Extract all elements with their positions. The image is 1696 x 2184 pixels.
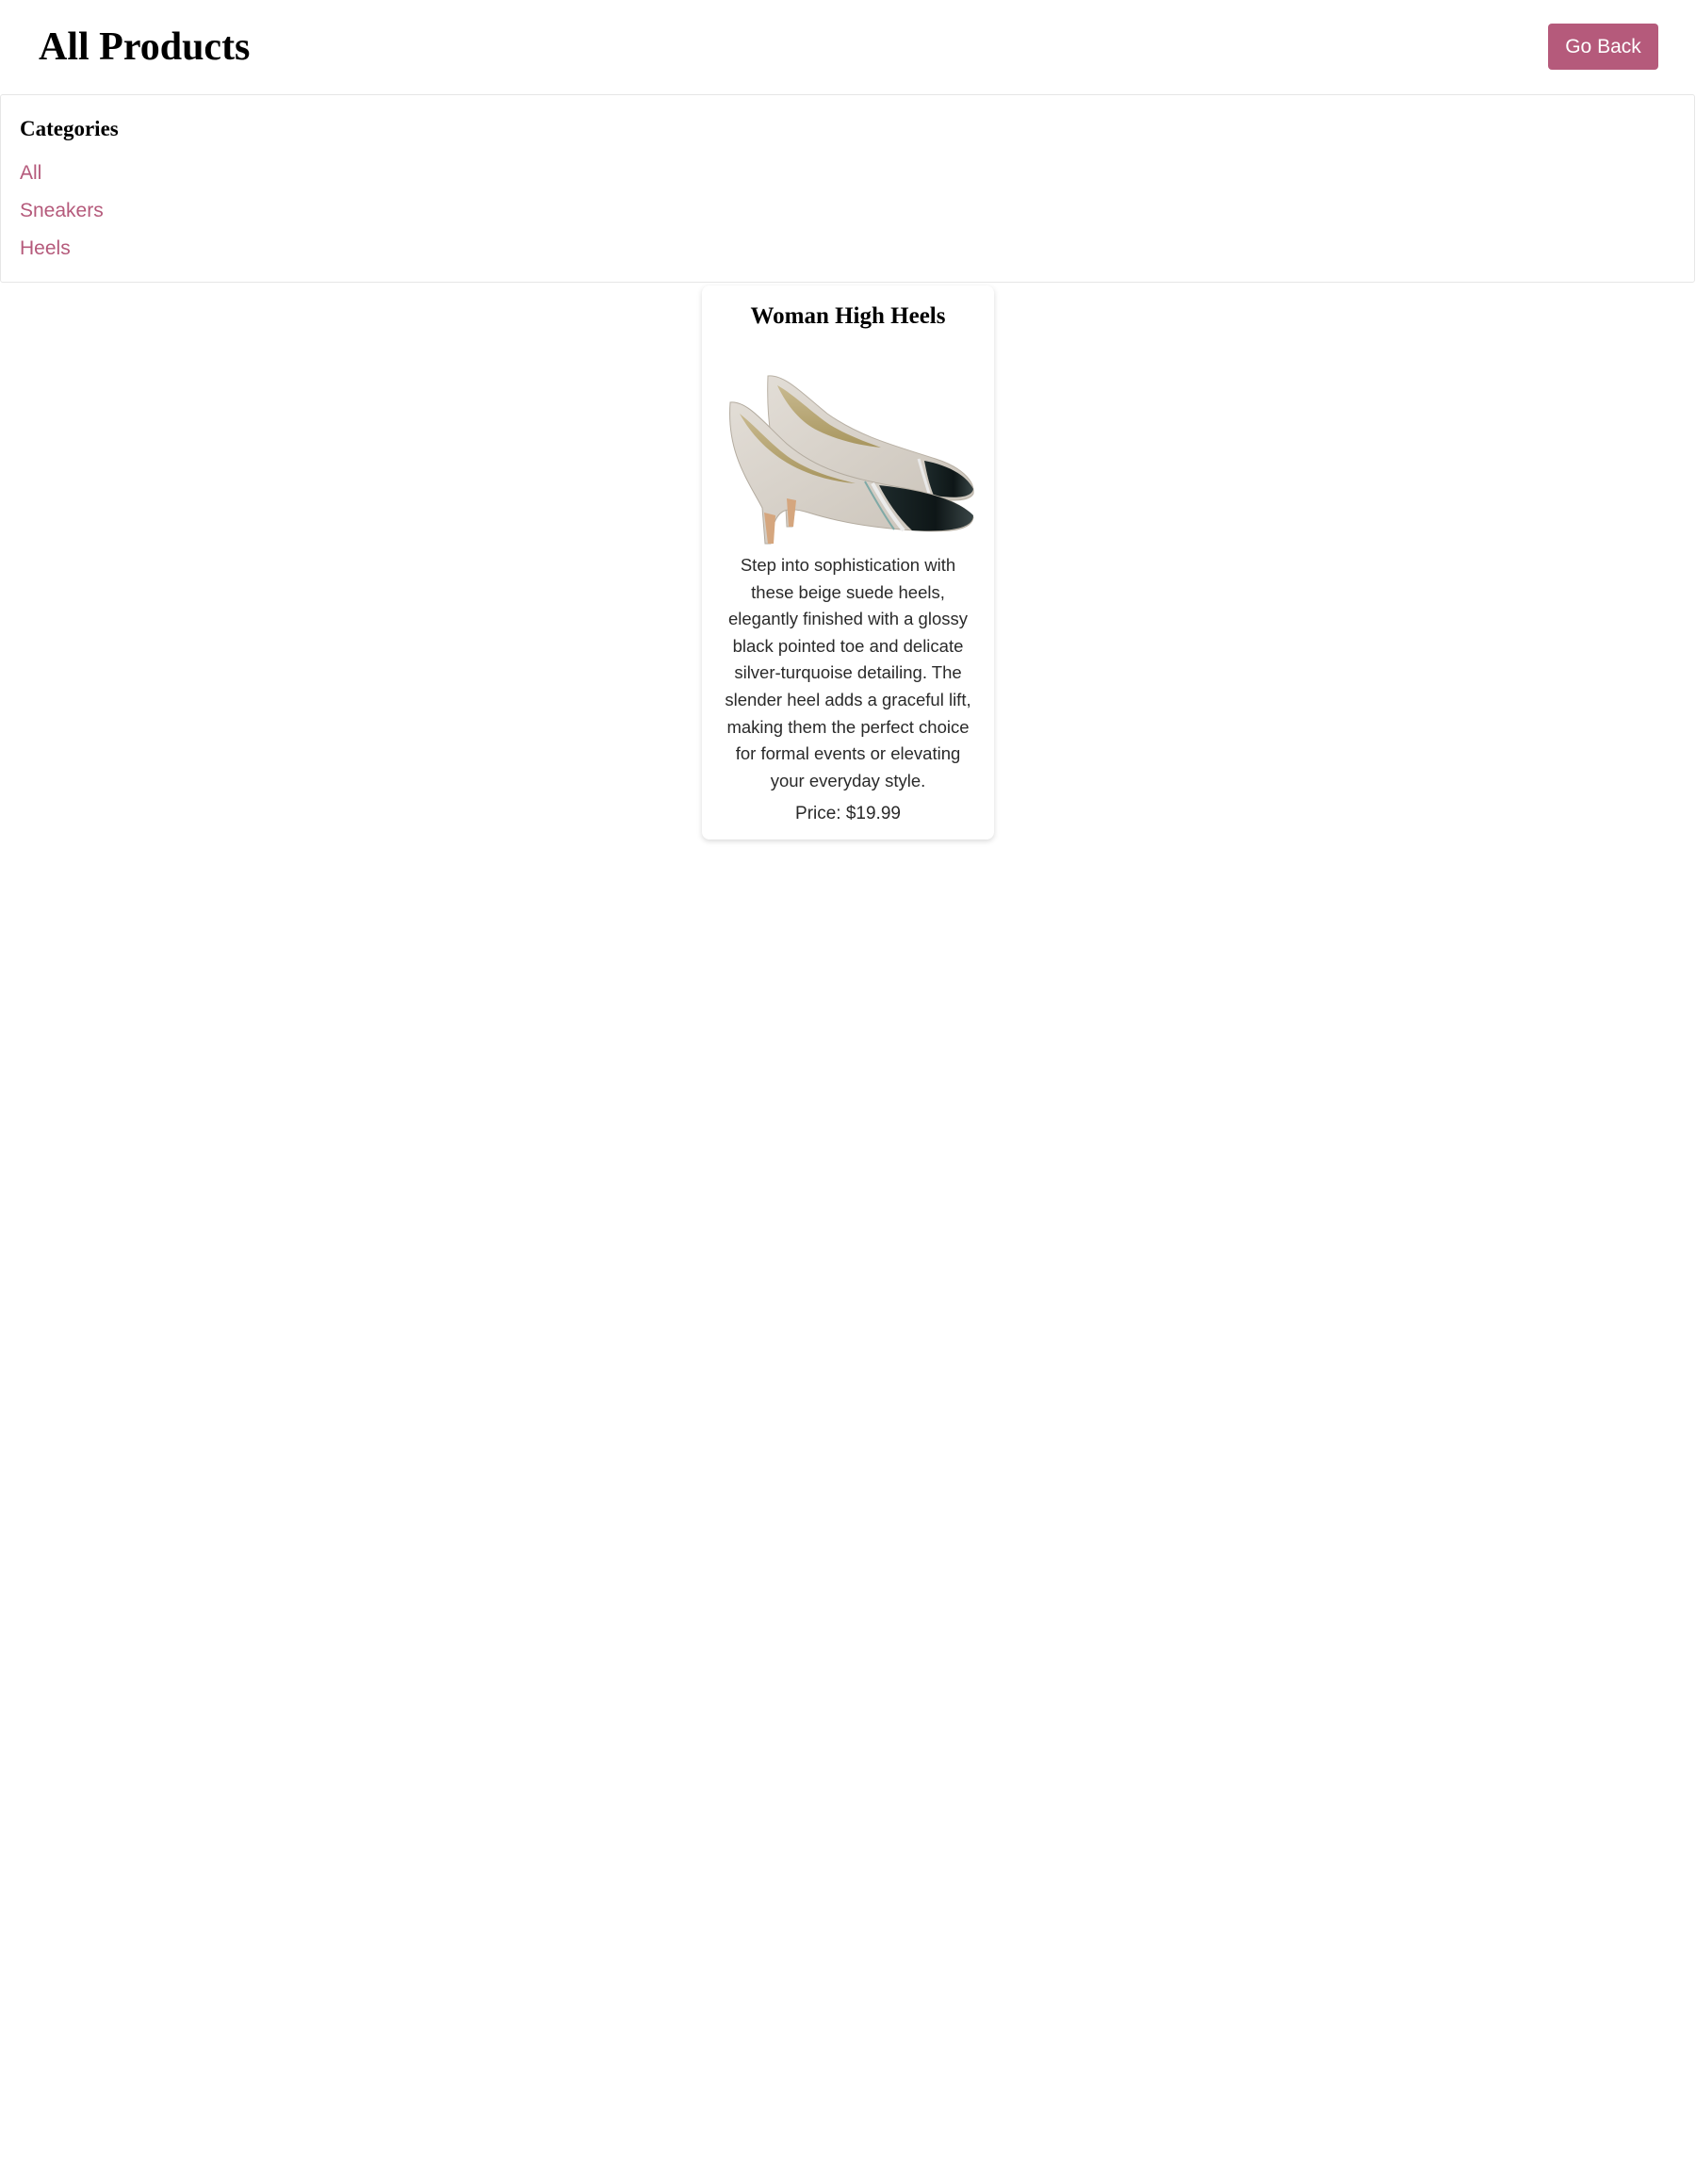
go-back-button[interactable]: Go Back [1548, 24, 1658, 70]
product-price: Price: $19.99 [795, 804, 901, 823]
product-description: Step into sophistication with these beig… [725, 555, 971, 790]
category-link-sneakers[interactable]: Sneakers [20, 198, 104, 224]
categories-panel: Categories All Sneakers Heels [0, 94, 1695, 283]
page-header: All Products Go Back [0, 0, 1696, 94]
category-link-all[interactable]: All [20, 160, 41, 187]
product-name: Woman High Heels [750, 303, 946, 329]
page-title: All Products [39, 25, 251, 69]
category-link-heels[interactable]: Heels [20, 236, 71, 262]
product-card: Woman High Heels Step into sophisticatio… [702, 285, 994, 839]
high-heels-image [719, 357, 977, 546]
categories-heading: Categories [20, 117, 119, 140]
